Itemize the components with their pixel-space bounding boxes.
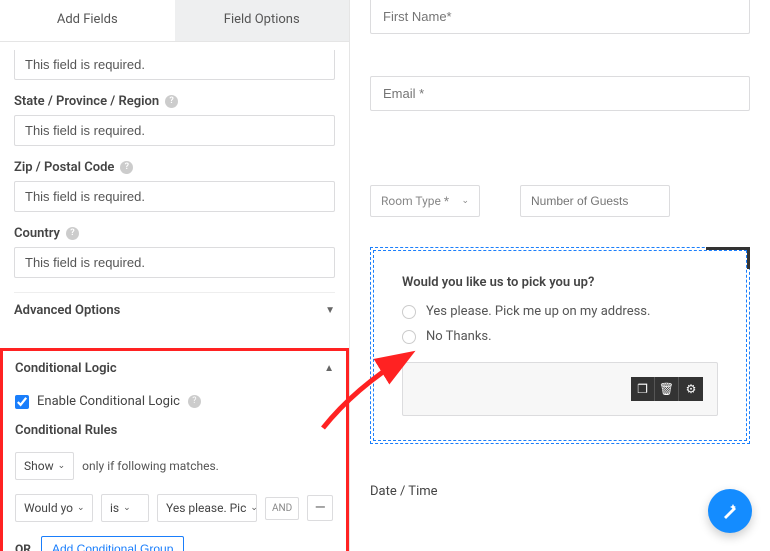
radio-option[interactable]: No Thanks.: [402, 329, 718, 344]
radio-label: No Thanks.: [426, 329, 492, 344]
email-input[interactable]: [370, 76, 750, 111]
trash-icon: 🗑: [659, 382, 674, 396]
section-conditional-logic[interactable]: Conditional Logic ▲: [15, 361, 334, 386]
first-name-input[interactable]: [370, 0, 750, 34]
conditional-logic-highlight: Conditional Logic ▲ Enable Conditional L…: [0, 348, 349, 551]
rule-value-select[interactable]: Yes please. Pic ⌄: [157, 494, 257, 522]
add-conditional-group-button[interactable]: Add Conditional Group: [41, 536, 184, 551]
help-icon[interactable]: ?: [120, 161, 133, 174]
room-type-value: Room Type *: [381, 194, 449, 208]
label-country-text: Country: [14, 226, 60, 241]
show-hide-select[interactable]: Show ⌄: [15, 452, 74, 480]
state-required-input[interactable]: [14, 115, 335, 146]
enable-conditional-checkbox[interactable]: [15, 395, 29, 409]
help-icon[interactable]: ?: [165, 95, 178, 108]
help-icon[interactable]: ?: [188, 395, 201, 408]
delete-button[interactable]: 🗑: [655, 377, 679, 401]
match-text: only if following matches.: [82, 459, 219, 473]
copy-icon: ❐: [637, 382, 648, 396]
conditional-rules-label: Conditional Rules: [15, 423, 334, 438]
chevron-down-icon: ⌄: [58, 461, 66, 471]
chevron-down-icon: ▼: [325, 305, 335, 316]
enable-conditional-label: Enable Conditional Logic: [37, 394, 180, 409]
help-icon[interactable]: ?: [66, 227, 79, 240]
radio-icon: [402, 330, 416, 344]
section-conditional-title: Conditional Logic: [15, 361, 117, 376]
room-type-select[interactable]: Room Type * ⌄: [370, 185, 480, 217]
field-question: Would you like us to pick you up?: [402, 275, 718, 290]
rule-value-text: Yes please. Pic: [166, 501, 246, 515]
selected-form-field[interactable]: 🗑 ✎ Would you like us to pick you up? Ye…: [370, 247, 750, 444]
chevron-up-icon: ▲: [324, 363, 334, 374]
copy-button[interactable]: ❐: [631, 377, 655, 401]
gear-icon: ⚙: [686, 382, 697, 396]
remove-rule-button[interactable]: —: [307, 495, 333, 521]
settings-button[interactable]: ⚙: [679, 377, 703, 401]
label-zip: Zip / Postal Code ?: [14, 160, 335, 175]
wand-icon: [720, 501, 740, 521]
label-zip-text: Zip / Postal Code: [14, 160, 114, 175]
or-label: OR: [15, 542, 31, 551]
country-required-input[interactable]: [14, 247, 335, 278]
section-advanced-options[interactable]: Advanced Options ▼: [14, 292, 335, 328]
radio-icon: [402, 305, 416, 319]
zip-required-input[interactable]: [14, 181, 335, 212]
label-country: Country ?: [14, 226, 335, 241]
sub-field-toolbar: ❐ 🗑 ⚙: [402, 362, 718, 416]
show-hide-value: Show: [24, 459, 54, 473]
radio-option[interactable]: Yes please. Pick me up on my address.: [402, 304, 718, 319]
label-state: State / Province / Region ?: [14, 94, 335, 109]
fab-button[interactable]: [708, 489, 752, 533]
rule-field-select[interactable]: Would yo ⌄: [15, 494, 93, 522]
radio-label: Yes please. Pick me up on my address.: [426, 304, 650, 319]
tab-add-fields[interactable]: Add Fields: [0, 0, 175, 41]
minus-icon: —: [315, 500, 326, 516]
rule-field-value: Would yo: [24, 501, 73, 515]
rule-operator-select[interactable]: is ⌄: [101, 494, 149, 522]
tab-field-options[interactable]: Field Options: [175, 0, 350, 41]
label-state-text: State / Province / Region: [14, 94, 159, 109]
chevron-down-icon: ⌄: [461, 196, 469, 206]
rule-operator-value: is: [110, 501, 119, 515]
chevron-down-icon: ⌄: [250, 503, 257, 513]
and-button[interactable]: AND: [265, 497, 299, 520]
section-advanced-title: Advanced Options: [14, 303, 120, 318]
cut-required-input[interactable]: [14, 50, 335, 80]
date-time-label: Date / Time: [370, 484, 750, 499]
chevron-down-icon: ⌄: [123, 503, 131, 513]
chevron-down-icon: ⌄: [77, 503, 85, 513]
guests-input[interactable]: [520, 185, 670, 217]
